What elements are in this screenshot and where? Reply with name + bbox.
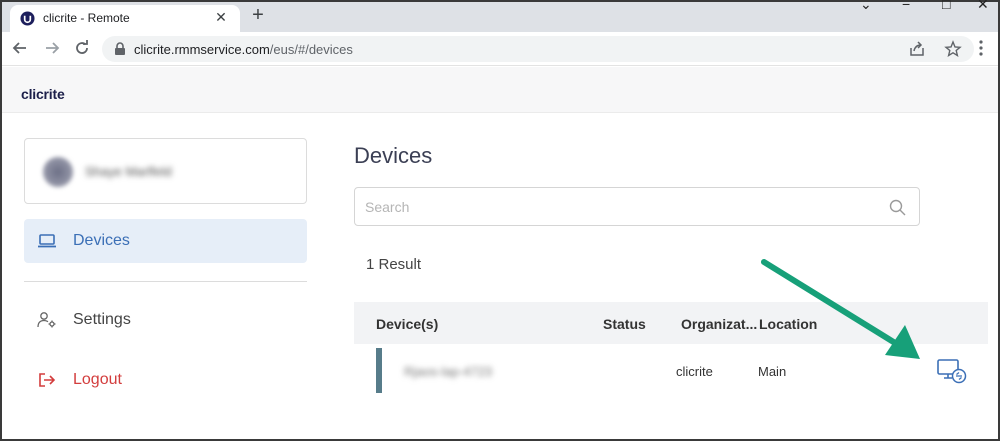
back-icon[interactable] [10, 38, 30, 58]
menu-icon[interactable] [974, 38, 988, 58]
brand-logo[interactable]: clicrite [21, 86, 65, 102]
search-input[interactable] [365, 197, 865, 217]
browser-tab[interactable]: clicrite - Remote ✕ [10, 5, 240, 32]
sidebar-item-logout[interactable]: Logout [24, 358, 307, 402]
share-icon[interactable] [908, 40, 926, 58]
sidebar-divider [24, 281, 307, 282]
browser-tab-strip: clicrite - Remote ✕ + ⌄ − □ ✕ [2, 0, 998, 32]
device-location: Main [758, 364, 787, 379]
column-header-organization[interactable]: Organizat... [681, 316, 757, 332]
window-close-icon[interactable]: ✕ [977, 0, 989, 13]
url-text: clicrite.rmmservice.com/eus/#/devices [134, 42, 353, 57]
user-profile-card[interactable]: Shaye Marlfeld [24, 138, 307, 204]
column-header-device[interactable]: Device(s) [376, 316, 438, 332]
logout-icon [39, 373, 56, 387]
lock-icon[interactable] [114, 42, 126, 56]
remote-connect-icon[interactable] [936, 357, 968, 385]
result-count: 1 Result [366, 256, 422, 273]
search-box[interactable] [354, 187, 920, 226]
laptop-icon [38, 234, 56, 248]
device-organization: clicrite [676, 364, 713, 379]
table-row[interactable]: Rjaos-lap-4723 clicrite Main [354, 344, 988, 396]
user-settings-icon [37, 312, 56, 328]
browser-toolbar: clicrite.rmmservice.com/eus/#/devices [2, 32, 998, 66]
url-path: /eus/#/devices [269, 42, 353, 57]
sidebar-item-label: Settings [73, 311, 131, 328]
sidebar-item-label: Devices [73, 232, 130, 249]
page-title: Devices [354, 143, 433, 168]
tab-title: clicrite - Remote [43, 11, 130, 25]
chevron-down-icon[interactable]: ⌄ [860, 0, 872, 13]
url-host: clicrite.rmmservice.com [134, 42, 270, 57]
maximize-icon[interactable]: □ [942, 0, 950, 12]
app-header: clicrite [2, 67, 998, 113]
column-header-location[interactable]: Location [759, 316, 817, 332]
user-name: Shaye Marlfeld [85, 164, 172, 179]
row-status-bar [376, 348, 382, 393]
new-tab-button[interactable]: + [248, 4, 268, 27]
star-icon[interactable] [944, 40, 962, 58]
reload-icon[interactable] [72, 38, 92, 58]
tab-close-icon[interactable]: ✕ [212, 9, 230, 26]
avatar [43, 157, 73, 187]
sidebar-item-settings[interactable]: Settings [24, 298, 307, 342]
sidebar-item-label: Logout [73, 371, 122, 388]
forward-icon[interactable] [42, 38, 62, 58]
address-bar[interactable]: clicrite.rmmservice.com/eus/#/devices [102, 36, 974, 62]
table-header: Device(s) Status Organizat... Location [354, 302, 988, 344]
device-name[interactable]: Rjaos-lap-4723 [404, 364, 492, 379]
minimize-icon[interactable]: − [902, 0, 910, 12]
search-icon[interactable] [889, 199, 906, 216]
clicrite-favicon-icon [20, 11, 35, 26]
sidebar-item-devices[interactable]: Devices [24, 219, 307, 263]
column-header-status[interactable]: Status [603, 316, 646, 332]
